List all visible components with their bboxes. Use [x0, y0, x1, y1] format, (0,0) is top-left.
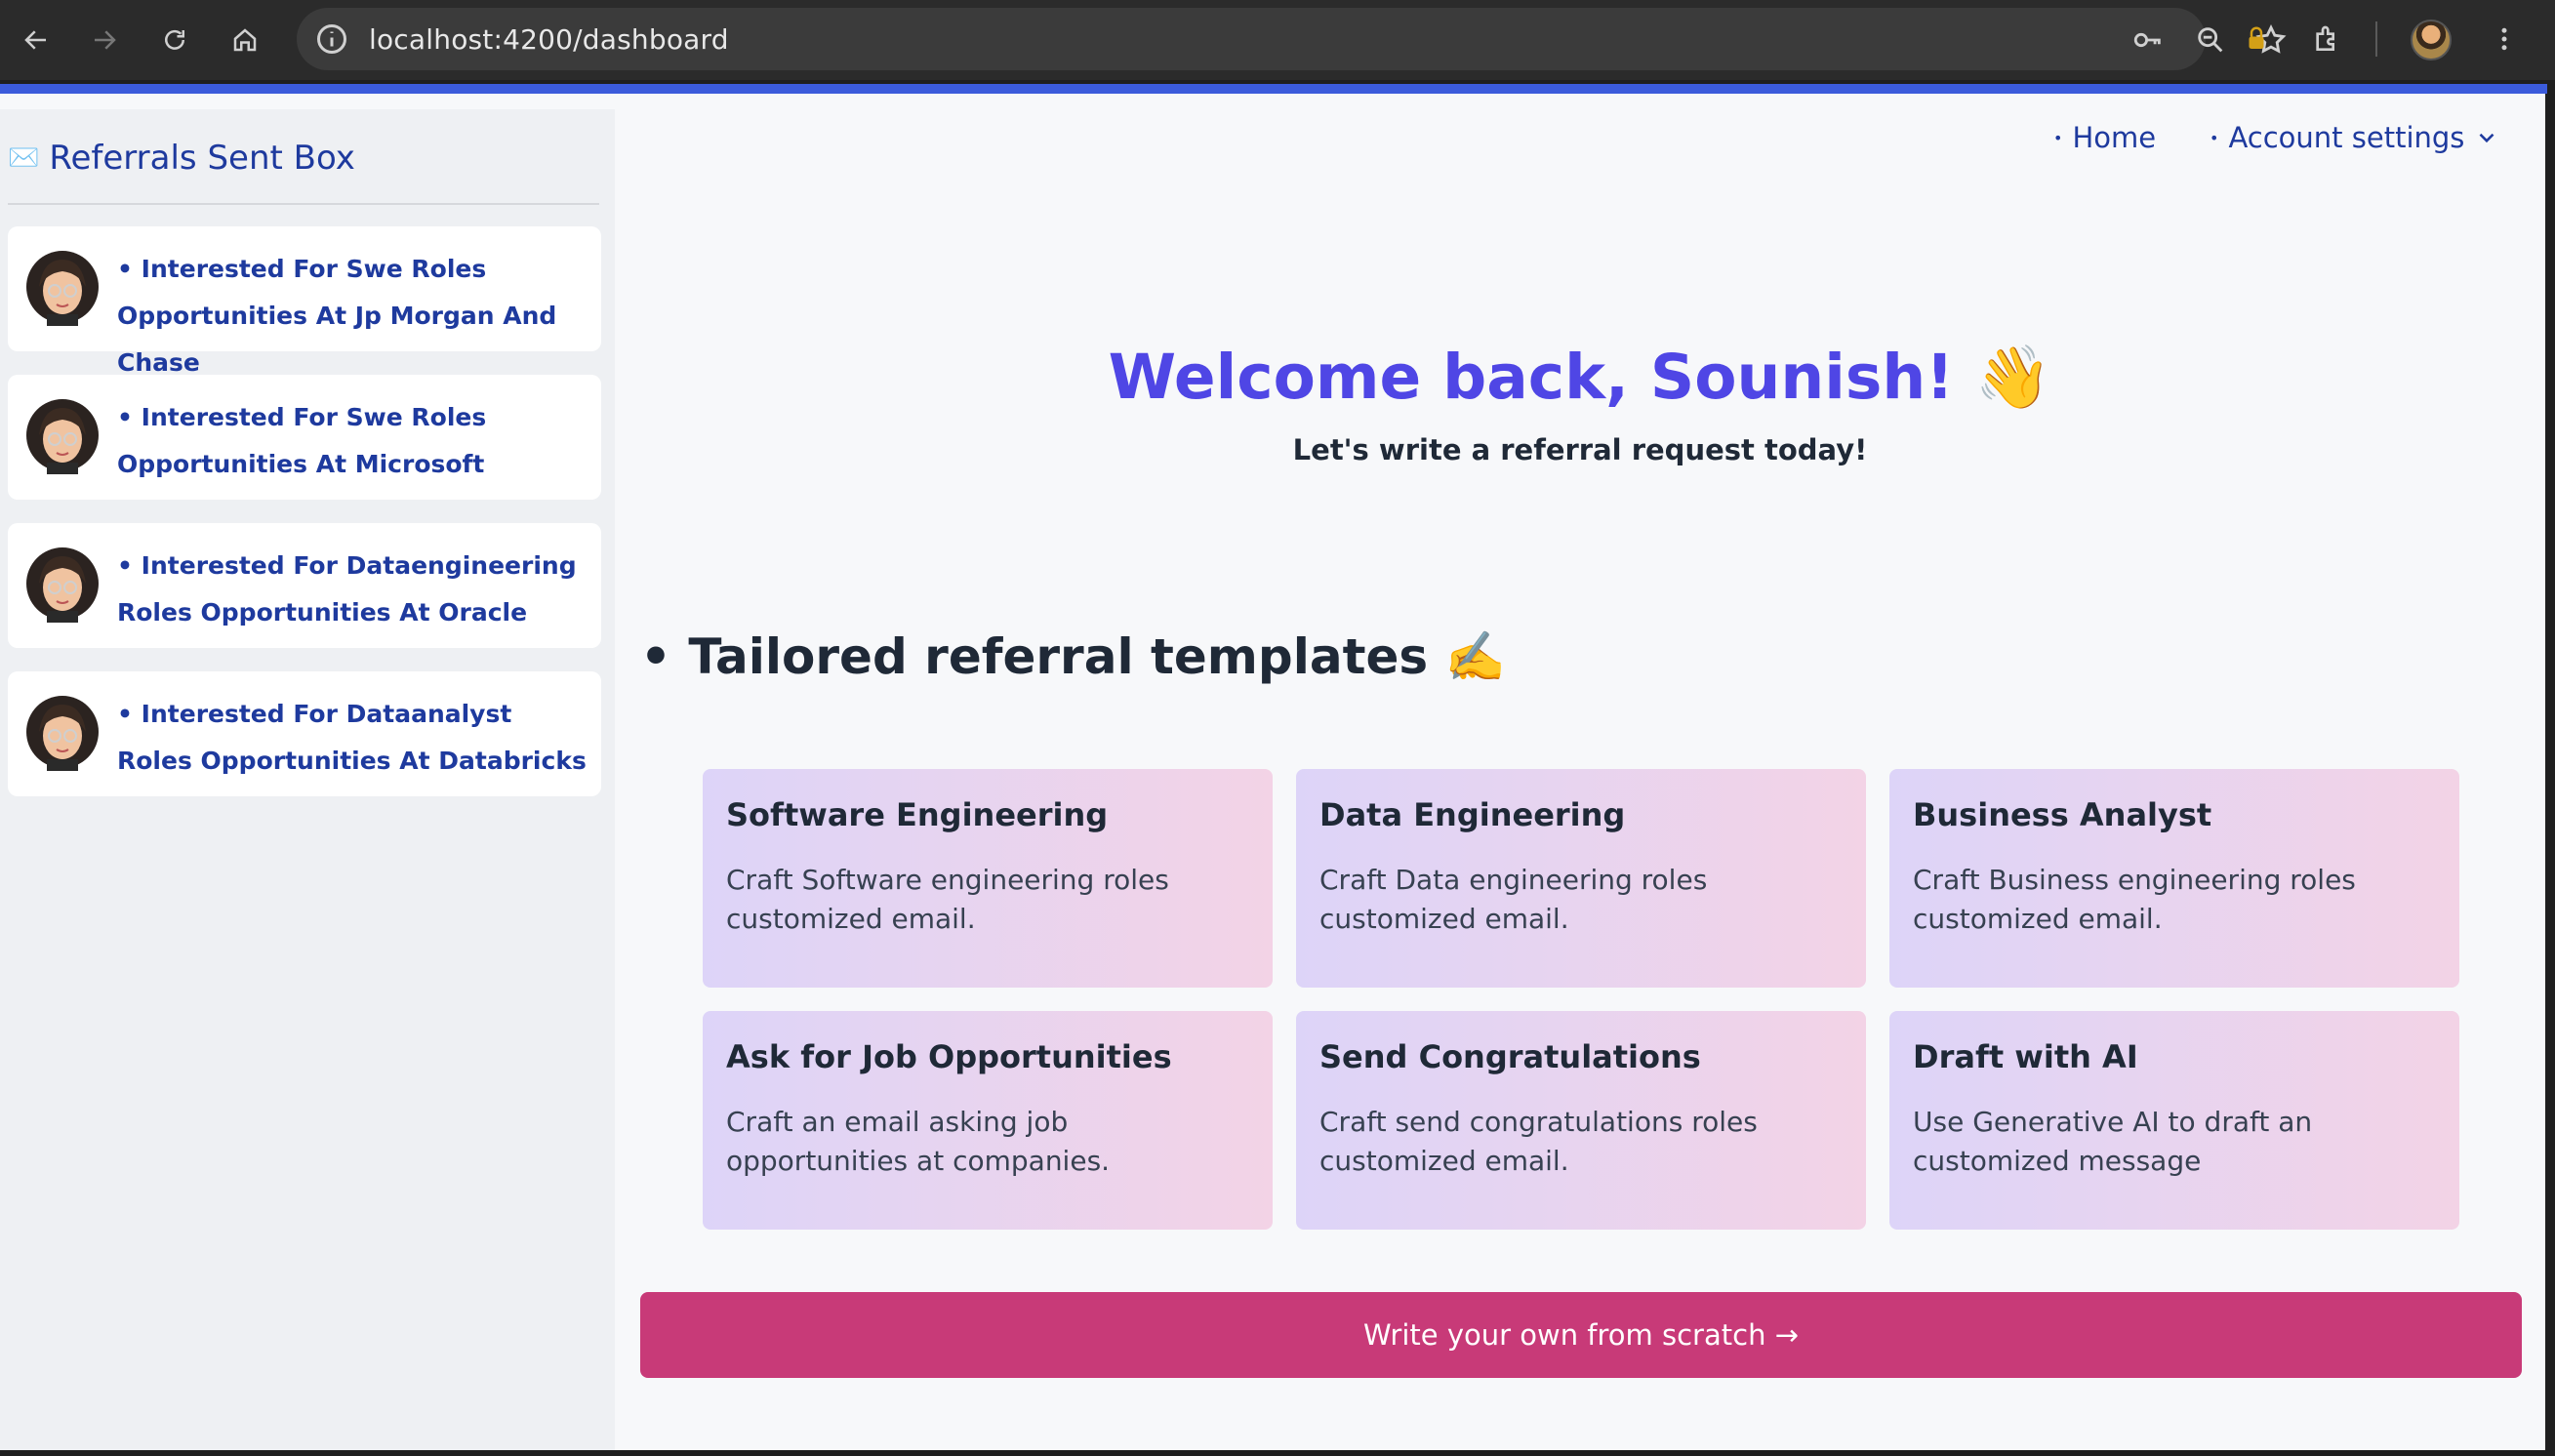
profile-avatar[interactable] [2411, 20, 2452, 61]
user-avatar [26, 399, 99, 474]
template-card-congratulations[interactable]: Send Congratulations Craft send congratu… [1296, 1011, 1866, 1230]
extensions-puzzle-icon[interactable] [2307, 20, 2346, 59]
sidebar-title: ✉️ Referrals Sent Box [8, 139, 355, 178]
template-title: Ask for Job Opportunities [726, 1038, 1172, 1075]
referral-card-label: • Interested For Swe Roles Opportunities… [117, 403, 487, 478]
referral-card-label: • Interested For Dataanalyst Roles Oppor… [117, 700, 587, 775]
arrow-left-icon [24, 30, 46, 50]
bullet: • [2053, 128, 2063, 147]
write-from-scratch-button[interactable]: Write your own from scratch → [640, 1292, 2522, 1378]
zoom-icon[interactable] [2194, 23, 2227, 57]
welcome-heading: Welcome back, Sounish! 👋 [1108, 342, 2052, 413]
forward-button[interactable] [82, 18, 127, 62]
welcome-subtitle: Let's write a referral request today! [1292, 433, 1868, 466]
user-avatar [26, 251, 99, 326]
user-avatar [26, 696, 99, 771]
dashboard-page: ✉️ Referrals Sent Box • Interested For S… [0, 94, 2545, 1450]
sidebar-divider [8, 203, 599, 205]
key-icon[interactable] [2131, 23, 2165, 57]
reload-icon [165, 29, 184, 50]
template-card-data-engineering[interactable]: Data Engineering Craft Data engineering … [1296, 769, 1866, 988]
referral-card[interactable]: • Interested For Swe Roles Opportunities… [8, 226, 601, 377]
reload-button[interactable] [152, 18, 197, 62]
referral-card[interactable]: • Interested For Dataengineering Roles O… [8, 523, 601, 648]
page-accent-bar [0, 84, 2547, 94]
template-title: Draft with AI [1913, 1038, 2138, 1075]
arrow-right-icon [95, 30, 116, 50]
bullet: • [2210, 128, 2219, 147]
envelope-icon: ✉️ [8, 143, 40, 173]
referral-card-label: • Interested For Dataengineering Roles O… [117, 551, 577, 627]
back-button[interactable] [14, 18, 59, 62]
template-description: Craft an email asking job opportunities … [726, 1106, 1111, 1177]
extension-lock-icon[interactable] [2237, 20, 2276, 59]
template-description: Craft send congratulations roles customi… [1319, 1106, 1758, 1177]
referrals-sidebar: ✉️ Referrals Sent Box • Interested For S… [0, 109, 615, 1450]
template-card-draft-with-ai[interactable]: Draft with AI Use Generative AI to draft… [1889, 1011, 2459, 1230]
template-card-software-engineering[interactable]: Software Engineering Craft Software engi… [703, 769, 1273, 988]
referral-card[interactable]: • Interested For Dataanalyst Roles Oppor… [8, 671, 601, 796]
referral-card[interactable]: • Interested For Swe Roles Opportunities… [8, 375, 601, 500]
home-icon [233, 28, 257, 52]
nav-home-link[interactable]: • Home [2053, 121, 2156, 154]
info-icon[interactable] [314, 21, 349, 57]
template-description: Craft Business engineering roles customi… [1913, 864, 2356, 935]
chevron-down-icon [2479, 133, 2494, 143]
template-title: Send Congratulations [1319, 1038, 1701, 1075]
template-description: Use Generative AI to draft an customized… [1913, 1106, 2313, 1177]
template-card-business-analyst[interactable]: Business Analyst Craft Business engineer… [1889, 769, 2459, 988]
home-button[interactable] [223, 18, 267, 62]
template-description: Craft Data engineering roles customized … [1319, 864, 1708, 935]
template-title: Business Analyst [1913, 796, 2212, 833]
url-text: localhost:4200/dashboard [369, 23, 729, 56]
referral-card-label: • Interested For Swe Roles Opportunities… [117, 255, 557, 377]
browser-toolbar: localhost:4200/dashboard [0, 0, 2555, 80]
nav-account-settings[interactable]: • Account settings [2210, 121, 2499, 154]
template-title: Software Engineering [726, 796, 1109, 833]
sidebar-title-text: Referrals Sent Box [49, 139, 355, 178]
template-description: Craft Software engineering roles customi… [726, 864, 1169, 935]
template-title: Data Engineering [1319, 796, 1626, 833]
template-card-job-opportunities[interactable]: Ask for Job Opportunities Craft an email… [703, 1011, 1273, 1230]
nav-account-label: Account settings [2228, 121, 2465, 154]
nav-home-label: Home [2072, 121, 2157, 154]
menu-kebab-icon[interactable] [2485, 20, 2524, 59]
toolbar-divider [2375, 21, 2377, 57]
user-avatar [26, 547, 99, 623]
templates-heading: • Tailored referral templates ✍️ [640, 628, 1506, 685]
address-bar[interactable]: localhost:4200/dashboard [297, 8, 2287, 70]
